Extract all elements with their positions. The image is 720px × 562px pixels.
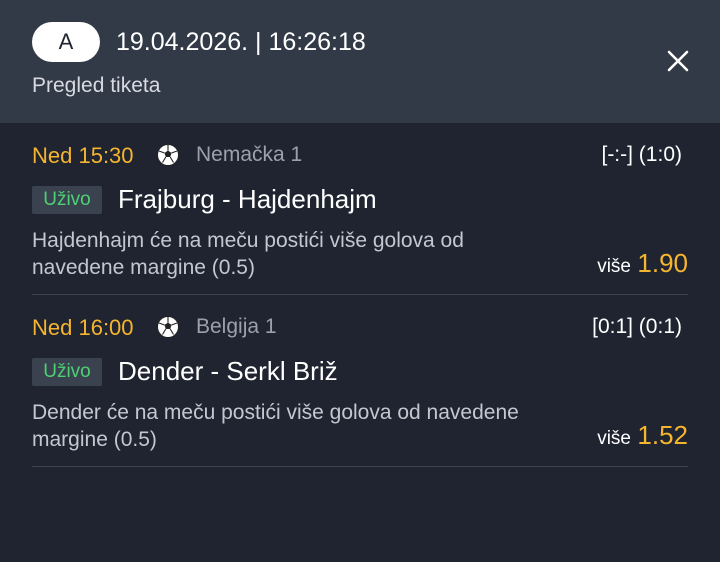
market-description: Hajdenhajm će na meču postići više golov… <box>32 229 464 279</box>
event-score: [0:1] (0:1) <box>592 315 682 338</box>
pick-label: više <box>597 428 631 449</box>
event-row[interactable]: Ned 15:30 Nemačka 1 [-:-] (1:0) Uživo Fr… <box>32 123 688 295</box>
event-time: Ned 15:30 <box>32 143 134 168</box>
match-teams: Dender - Serkl Briž <box>118 356 338 386</box>
league-name: Nemačka 1 <box>196 143 303 166</box>
live-badge: Uživo <box>32 358 102 386</box>
ticket-code-badge: A <box>32 22 100 62</box>
soccer-ball-icon <box>157 316 179 338</box>
close-button[interactable] <box>662 45 694 77</box>
ticket-header: A 19.04.2026. | 16:26:18 Pregled tiketa <box>0 0 720 123</box>
ticket-datetime: 19.04.2026. | 16:26:18 <box>116 28 366 56</box>
odd-value: 1.52 <box>637 420 688 450</box>
event-row[interactable]: Ned 16:00 Belgija 1 [0:1] (0:1) Uživo De… <box>32 295 688 467</box>
event-score: [-:-] (1:0) <box>601 143 682 166</box>
page-title: Pregled tiketa <box>32 74 161 97</box>
odd-value: 1.90 <box>637 248 688 278</box>
live-badge: Uživo <box>32 186 102 214</box>
match-teams: Frajburg - Hajdenhajm <box>118 184 377 214</box>
event-list: Ned 15:30 Nemačka 1 [-:-] (1:0) Uživo Fr… <box>0 123 720 467</box>
league-name: Belgija 1 <box>196 315 277 338</box>
close-icon <box>667 50 689 72</box>
pick-label: više <box>597 256 631 277</box>
soccer-ball-icon <box>157 144 179 166</box>
event-time: Ned 16:00 <box>32 315 134 340</box>
market-description: Dender će na meču postići više golova od… <box>32 401 519 451</box>
